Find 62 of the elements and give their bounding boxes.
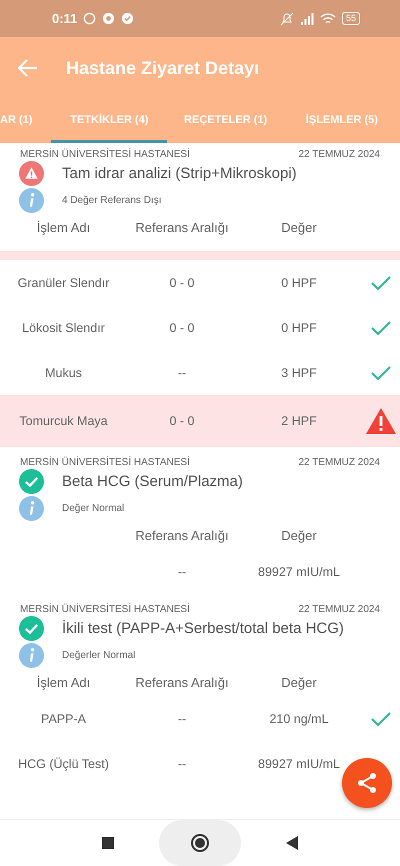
table-cell-text: Lökosit Slendır (21, 320, 106, 334)
table-cell-text: 0 - 0 (168, 414, 196, 428)
table-cell-text: PAPP-A (40, 712, 87, 726)
status-time: 0:11 (52, 11, 78, 26)
table-cell-text: -- (176, 756, 188, 770)
table-cell-text: 0 - 0 (168, 276, 196, 290)
table-cell-text: Granüler Slendır (16, 276, 110, 290)
table-cell-text: 89927 mIU/mL (257, 564, 341, 578)
test-date: 22 TEMMUZ 2024 (298, 604, 380, 615)
result-note: 4 Değer Referans Dışı (62, 194, 162, 206)
check-circle-icon (19, 469, 44, 494)
test-title: Tam idrar analizi (Strip+Mikroskopi) (62, 165, 297, 182)
share-icon (355, 771, 379, 795)
hospital-name: MERSİN ÜNİVERSİTESİ HASTANESİ (20, 604, 190, 615)
column-header: İşlem Adı (36, 220, 92, 234)
table-cell-text: -- (176, 366, 188, 380)
table-cell-text: 0 - 0 (168, 320, 196, 334)
column-header: İşlem Adı (36, 674, 92, 690)
result-note: Değer Normal (62, 502, 124, 514)
test-title: Beta HCG (Serum/Plazma) (62, 473, 243, 490)
table-cell-text: HCG (Üçlü Test) (17, 756, 110, 770)
table-cell-text: 210 ng/mL (268, 712, 330, 726)
share-button[interactable] (342, 758, 392, 808)
tab[interactable]: REÇETELER (1) (167, 99, 284, 143)
column-header: Değer (280, 674, 318, 690)
muted-bell-icon (280, 12, 294, 26)
screen-title: Hastane Ziyaret Detayı (66, 58, 260, 78)
info-icon (19, 496, 44, 520)
column-header: Referans Aralığı (134, 220, 230, 234)
info-icon (19, 642, 44, 668)
signal-icon (300, 12, 314, 24)
test-date: 22 TEMMUZ 2024 (298, 457, 380, 468)
test-title: İkili test (PAPP-A+Serbest/total beta HCG) (62, 620, 344, 637)
warning-icon (19, 161, 44, 186)
column-header: Değer (280, 220, 318, 234)
table-cell-text: 89927 mIU/mL (257, 756, 341, 770)
column-header: Referans Aralığı (134, 674, 230, 690)
table-cell-text: 0 HPF (280, 276, 318, 290)
home-button[interactable] (159, 820, 241, 866)
tab[interactable]: İŞLEMLER (5) (284, 99, 400, 143)
info-icon (19, 188, 44, 212)
result-note: Değerler Normal (62, 650, 136, 660)
table-cell-text: -- (176, 564, 188, 578)
tab[interactable]: TETKİKLER (4) (51, 99, 168, 143)
battery-level: 55 (342, 12, 360, 25)
wifi-icon (320, 12, 336, 24)
home-icon (190, 833, 210, 853)
table-cell-text: Tomurcuk Maya (18, 414, 109, 428)
column-header: Referans Aralığı (134, 528, 230, 542)
hospital-name: MERSİN ÜNİVERSİTESİ HASTANESİ (20, 457, 190, 468)
check-circle-icon (19, 616, 44, 641)
table-cell-text: Mukus (44, 366, 83, 380)
table-cell-text: 0 HPF (280, 320, 318, 334)
test-date: 22 TEMMUZ 2024 (298, 149, 380, 160)
table-cell-text: 2 HPF (280, 414, 318, 428)
column-header: Değer (280, 528, 318, 542)
hospital-name: MERSİN ÜNİVERSİTESİ HASTANESİ (20, 149, 190, 160)
table-cell-text: 3 HPF (280, 366, 318, 380)
tab[interactable]: AR (1) (0, 99, 52, 143)
table-cell-text: -- (176, 712, 188, 726)
back-icon[interactable] (286, 836, 298, 850)
check-circle-icon (121, 12, 134, 25)
